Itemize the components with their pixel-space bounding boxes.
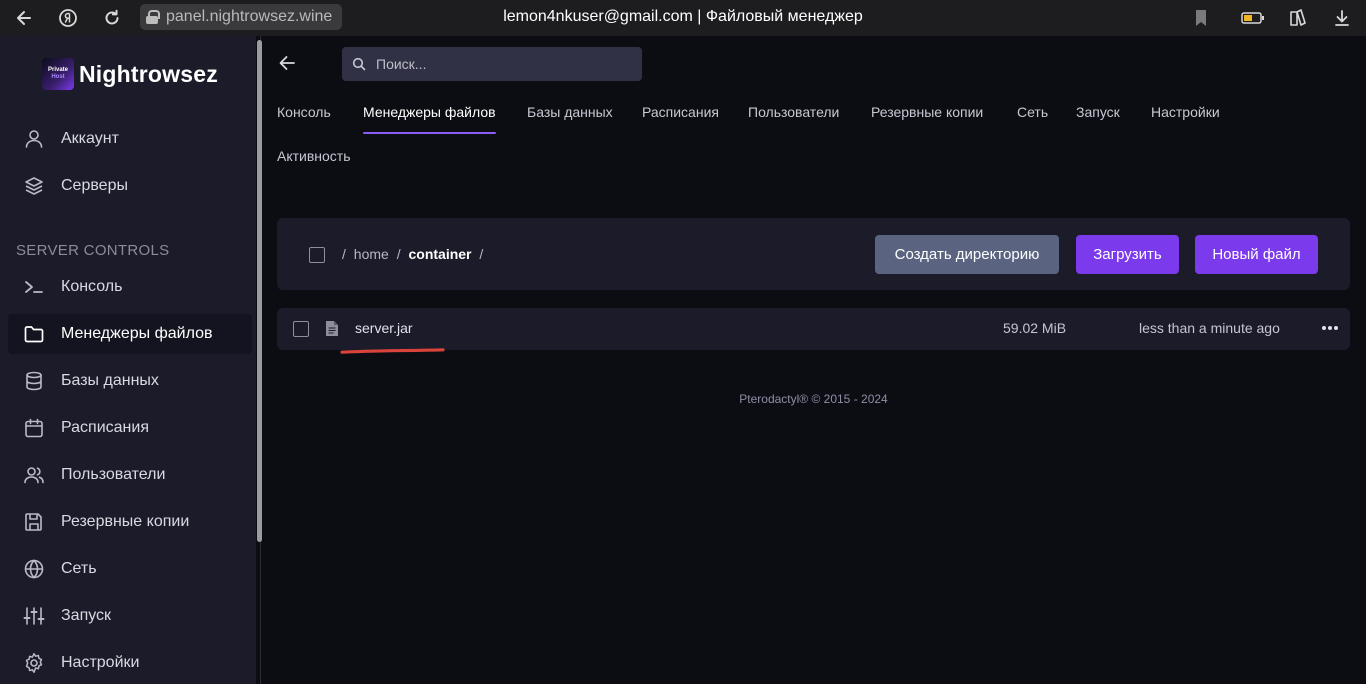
battery-icon[interactable]	[1241, 6, 1265, 30]
section-title: SERVER CONTROLS	[16, 242, 170, 259]
sidebar-item-account[interactable]: Аккаунт	[8, 119, 252, 159]
users-icon	[22, 463, 46, 487]
brand-name: Nightrowsez	[79, 60, 218, 87]
file-checkbox[interactable]	[293, 321, 309, 337]
sidebar-item-console[interactable]: Консоль	[8, 267, 252, 307]
tab-file-manager[interactable]: Менеджеры файлов	[363, 104, 496, 120]
tab-startup[interactable]: Запуск	[1076, 104, 1120, 120]
tab-console[interactable]: Консоль	[277, 104, 331, 120]
collections-icon[interactable]	[1286, 6, 1310, 30]
brand[interactable]: Private Host Nightrowsez	[42, 58, 218, 90]
footer: Pterodactyl® © 2015 - 2024	[739, 392, 888, 406]
breadcrumb-current: container	[408, 246, 472, 262]
sidebar-item-startup[interactable]: Запуск	[8, 596, 252, 636]
breadcrumb: / home / container /	[342, 246, 483, 262]
upload-button[interactable]: Загрузить	[1076, 235, 1179, 274]
user-icon	[22, 127, 46, 151]
file-size: 59.02 MiB	[1003, 320, 1067, 336]
tab-backups[interactable]: Резервные копии	[871, 104, 983, 120]
sidebar-item-label: Настройки	[61, 654, 140, 671]
new-file-button[interactable]: Новый файл	[1195, 235, 1318, 274]
tab-databases[interactable]: Базы данных	[527, 104, 613, 120]
folder-icon	[22, 322, 46, 346]
more-options-icon[interactable]	[1322, 320, 1338, 336]
sidebar-item-label: Серверы	[61, 177, 128, 194]
calendar-icon	[22, 416, 46, 440]
logo-text-line2: Host	[51, 74, 65, 80]
browser-toolbar: panel.nightrowsez.wine lemon4nkuser@gmai…	[0, 0, 1366, 36]
annotation-underline	[340, 348, 445, 354]
reload-icon[interactable]	[100, 6, 124, 30]
sidebar-item-label: Сеть	[61, 560, 97, 577]
back-icon[interactable]	[12, 6, 36, 30]
sidebar-item-label: Расписания	[61, 419, 149, 436]
breadcrumb-home[interactable]: home	[354, 246, 389, 262]
brand-logo: Private Host	[42, 58, 74, 90]
breadcrumb-separator: /	[396, 246, 401, 262]
logo-text-line1: Private	[47, 67, 68, 73]
sidebar-item-databases[interactable]: Базы данных	[8, 361, 252, 401]
tab-schedules[interactable]: Расписания	[642, 104, 719, 120]
save-icon	[22, 510, 46, 534]
sidebar-item-schedules[interactable]: Расписания	[8, 408, 252, 448]
select-all-checkbox[interactable]	[309, 247, 325, 263]
sidebar-item-servers[interactable]: Серверы	[8, 166, 252, 206]
tab-settings[interactable]: Настройки	[1151, 104, 1220, 120]
url-text: panel.nightrowsez.wine	[166, 8, 333, 25]
database-icon	[22, 369, 46, 393]
search-box[interactable]	[342, 47, 642, 81]
sidebar-item-label: Запуск	[61, 607, 112, 624]
sliders-icon	[22, 604, 46, 628]
search-icon	[352, 57, 366, 71]
sidebar-item-settings[interactable]: Настройки	[8, 643, 252, 683]
file-modified: less than a minute ago	[1139, 320, 1280, 336]
tab-activity[interactable]: Активность	[277, 148, 351, 164]
create-directory-button[interactable]: Создать директорию	[875, 235, 1059, 274]
tab-network[interactable]: Сеть	[1017, 104, 1048, 120]
window-title: lemon4nkuser@gmail.com | Файловый менедж…	[503, 8, 863, 25]
sidebar-item-label: Пользователи	[61, 466, 166, 483]
back-arrow-icon[interactable]	[276, 52, 298, 74]
file-name[interactable]: server.jar	[355, 320, 413, 336]
sidebar-item-label: Консоль	[61, 278, 123, 295]
bookmark-icon[interactable]	[1189, 6, 1213, 30]
breadcrumb-separator: /	[479, 246, 484, 262]
gear-icon	[22, 651, 46, 675]
sidebar-item-label: Резервные копии	[61, 513, 190, 530]
sidebar-item-network[interactable]: Сеть	[8, 549, 252, 589]
sidebar-item-backups[interactable]: Резервные копии	[8, 502, 252, 542]
sidebar-item-file-manager[interactable]: Менеджеры файлов	[8, 314, 252, 354]
yandex-icon[interactable]	[56, 6, 80, 30]
search-input[interactable]	[376, 47, 626, 81]
address-bar[interactable]: panel.nightrowsez.wine	[140, 4, 343, 30]
file-icon	[325, 320, 339, 337]
sidebar-item-label: Аккаунт	[61, 130, 119, 147]
sidebar-item-label: Менеджеры файлов	[61, 325, 213, 342]
active-tab-indicator	[363, 132, 496, 134]
download-icon[interactable]	[1330, 6, 1354, 30]
sidebar-item-users[interactable]: Пользователи	[8, 455, 252, 495]
tab-users[interactable]: Пользователи	[748, 104, 839, 120]
terminal-icon	[22, 275, 46, 299]
globe-icon	[22, 557, 46, 581]
sidebar-scrollbar[interactable]	[257, 40, 262, 542]
breadcrumb-separator: /	[342, 246, 346, 262]
lock-icon	[146, 10, 160, 24]
sidebar-item-label: Базы данных	[61, 372, 159, 389]
layers-icon	[22, 174, 46, 198]
